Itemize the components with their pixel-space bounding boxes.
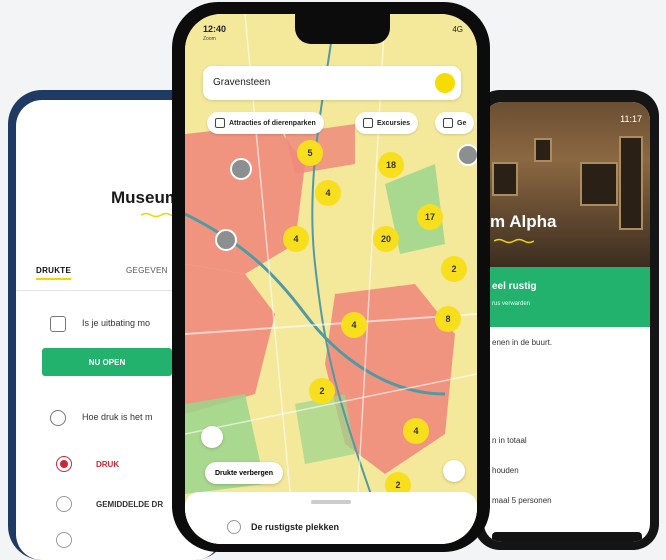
crowd-cluster[interactable]: 2 [309, 378, 335, 404]
search-input[interactable]: Gravensteen [213, 77, 270, 88]
chip-excursions[interactable]: Excursies [355, 112, 419, 134]
crowd-cluster[interactable]: 4 [315, 180, 341, 206]
radio-busy[interactable] [56, 456, 72, 472]
search-bar[interactable]: Gravensteen [203, 66, 461, 100]
crowd-question: Hoe druk is het m [82, 412, 153, 422]
calendar-icon [50, 316, 66, 332]
option-average-label: GEMIDDELDE DR [96, 500, 164, 509]
museum-photo: 11:17 m Alpha [484, 102, 650, 267]
radio-average[interactable] [56, 496, 72, 512]
status-sub: Zoom [203, 36, 216, 42]
crowd-cluster[interactable]: 20 [373, 226, 399, 252]
person-poi-icon[interactable] [457, 144, 477, 166]
banner-title: eel rustig [492, 281, 537, 292]
center-phone-screen: 12:40 Zoom 4G Gravensteen Attracties of … [185, 14, 477, 544]
crowd-cluster[interactable]: 8 [435, 306, 461, 332]
sheet-handle[interactable] [311, 500, 351, 504]
phone-notch [295, 14, 390, 44]
banner-subtitle: rus verwarden [492, 301, 531, 307]
hide-crowd-label: Drukte verbergen [215, 469, 273, 477]
nearby-text: enen in de buurt. [492, 338, 553, 347]
sheet-title: De rustigste plekken [251, 522, 340, 532]
crowd-cluster[interactable]: 18 [378, 152, 404, 178]
max-persons-text: maal 5 personen [492, 496, 552, 505]
museum-name: m Alpha [490, 212, 557, 231]
walker-icon [363, 118, 373, 128]
chip-more[interactable]: Ge [435, 112, 475, 134]
crowd-cluster[interactable]: 4 [341, 312, 367, 338]
right-status-time: 11:17 [620, 114, 642, 124]
name-underline-squiggle [494, 238, 534, 244]
radio-calm[interactable] [56, 532, 72, 548]
bottom-action-bar[interactable] [492, 532, 642, 542]
chip-attractions-label: Attracties of dierenparken [229, 119, 316, 127]
total-text: n in totaal [492, 436, 527, 445]
crowd-cluster[interactable]: 5 [297, 140, 323, 166]
search-icon[interactable] [435, 73, 455, 93]
hide-crowd-button[interactable]: Drukte verbergen [205, 462, 283, 484]
museum-poi-icon[interactable] [215, 229, 237, 251]
operator-question: Is je uitbating mo [82, 318, 151, 328]
pin-icon [227, 520, 241, 534]
hold-text: houden [492, 466, 519, 475]
tab-gegevens[interactable]: GEGEVEN [126, 266, 168, 275]
crowd-cluster[interactable]: 4 [283, 226, 309, 252]
crowd-cluster[interactable]: 2 [441, 256, 467, 282]
right-phone-screen: 11:17 m Alpha eel rustig rus verwarden e… [484, 102, 650, 542]
museum-poi-icon[interactable] [230, 158, 252, 180]
crowd-status-banner: eel rustig rus verwarden [484, 267, 650, 327]
tab-drukte[interactable]: DRUKTE [36, 266, 72, 280]
chip-excursions-label: Excursies [377, 119, 411, 127]
chip-attractions[interactable]: Attracties of dierenparken [207, 112, 324, 134]
ticket-icon [215, 118, 225, 128]
option-busy-label: DRUK [96, 460, 120, 469]
bottom-sheet[interactable]: De rustigste plekken [185, 492, 477, 544]
location-pin-icon[interactable] [201, 426, 223, 448]
crowd-cluster[interactable]: 4 [403, 418, 429, 444]
open-now-button[interactable]: NU OPEN [42, 348, 172, 376]
chip-more-label: Ge [457, 119, 467, 127]
status-time: 12:40 [203, 24, 227, 34]
people-icon [50, 410, 66, 426]
more-icon [443, 118, 453, 128]
locate-me-icon[interactable] [443, 460, 465, 482]
museum-title: Museum [111, 188, 180, 207]
status-signal: 4G [452, 25, 463, 34]
crowd-cluster[interactable]: 17 [417, 204, 443, 230]
